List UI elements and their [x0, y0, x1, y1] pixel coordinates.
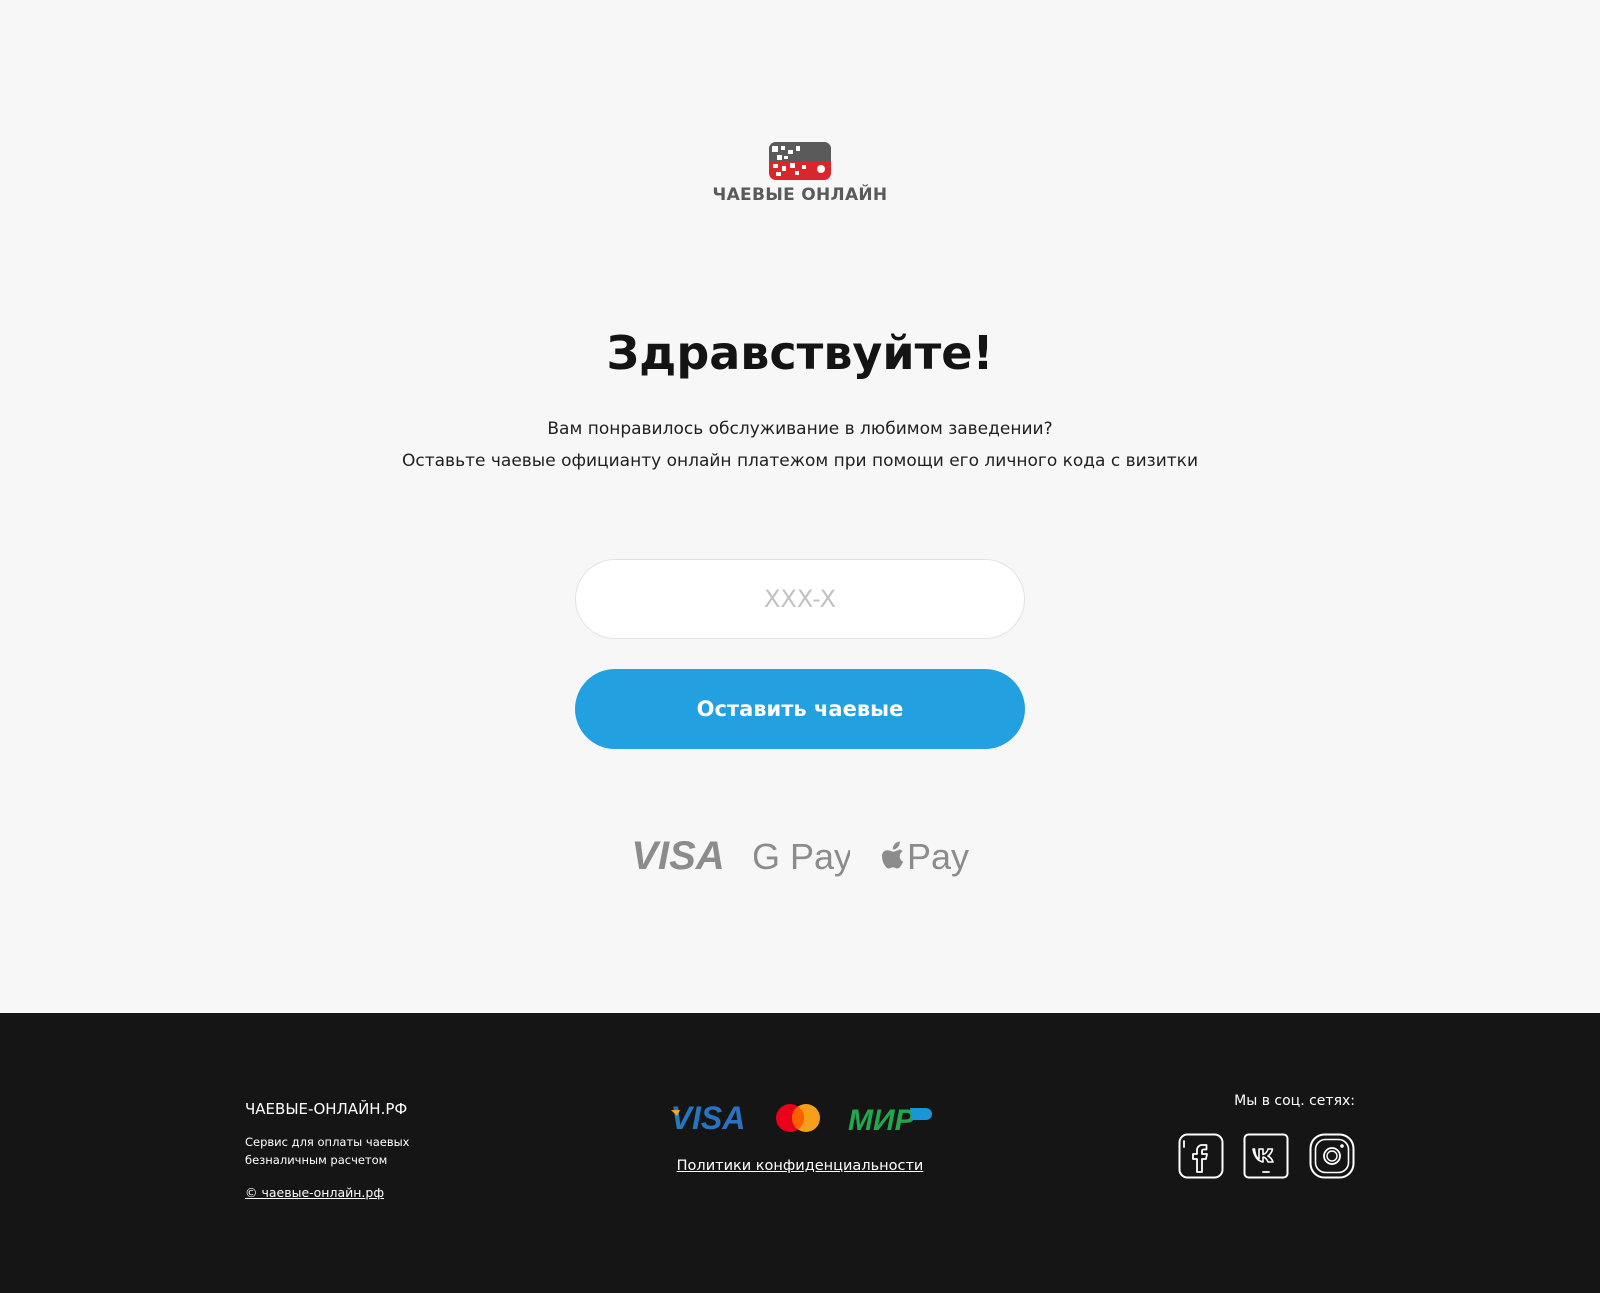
svg-text:VISA: VISA: [631, 834, 724, 878]
visa-logo-icon: VISA: [631, 834, 724, 878]
page-title: Здравствуйте!: [606, 326, 994, 380]
waiter-code-input[interactable]: [575, 559, 1025, 639]
payment-methods: VISA G Pay Pay: [630, 832, 970, 882]
vk-icon[interactable]: [1243, 1133, 1289, 1179]
apple-pay-logo-icon: Pay: [882, 836, 969, 877]
facebook-icon[interactable]: [1178, 1133, 1224, 1179]
svg-text:VISA: VISA: [671, 1100, 746, 1136]
mastercard-icon: [776, 1104, 820, 1132]
footer-brand: ЧАЕВЫЕ-ОНЛАЙН.РФ: [245, 1100, 408, 1118]
leave-tip-button[interactable]: Оставить чаевые: [575, 669, 1025, 749]
subtitle-line-1: Вам понравилось обслуживание в любимом з…: [547, 419, 1053, 439]
svg-text:G Pay: G Pay: [754, 836, 850, 877]
mir-card-icon: МИР: [848, 1104, 932, 1137]
social-title: Мы в соц. сетях:: [1234, 1093, 1355, 1109]
visa-card-icon: VISA: [671, 1100, 746, 1136]
google-pay-logo-icon: G Pay: [754, 836, 850, 877]
main-section: ЧАЕВЫЕ ОНЛАЙН Здравствуйте! Вам понравил…: [0, 0, 1600, 1013]
footer-description-line-2: безналичным расчетом: [245, 1153, 388, 1167]
logo-text: ЧАЕВЫЕ ОНЛАЙН: [712, 185, 888, 205]
footer: ЧАЕВЫЕ-ОНЛАЙН.РФ Сервис для оплаты чаевы…: [0, 1013, 1600, 1293]
footer-description-line-1: Сервис для оплаты чаевых: [245, 1135, 410, 1149]
copyright-link[interactable]: © чаевые-онлайн.рф: [245, 1185, 384, 1200]
card-logos: VISA МИР: [668, 1098, 932, 1138]
qr-card-logo-icon: [769, 142, 831, 180]
footer-description: Сервис для оплаты чаевых безналичным рас…: [245, 1133, 445, 1169]
svg-text:МИР: МИР: [848, 1104, 916, 1137]
svg-text:Pay: Pay: [907, 836, 969, 877]
subtitle-line-2: Оставьте чаевые официанту онлайн платежо…: [402, 451, 1198, 471]
instagram-icon[interactable]: [1309, 1133, 1355, 1179]
site-logo[interactable]: ЧАЕВЫЕ ОНЛАЙН: [700, 142, 900, 205]
privacy-policy-link[interactable]: Политики конфиденциальности: [600, 1158, 1000, 1174]
